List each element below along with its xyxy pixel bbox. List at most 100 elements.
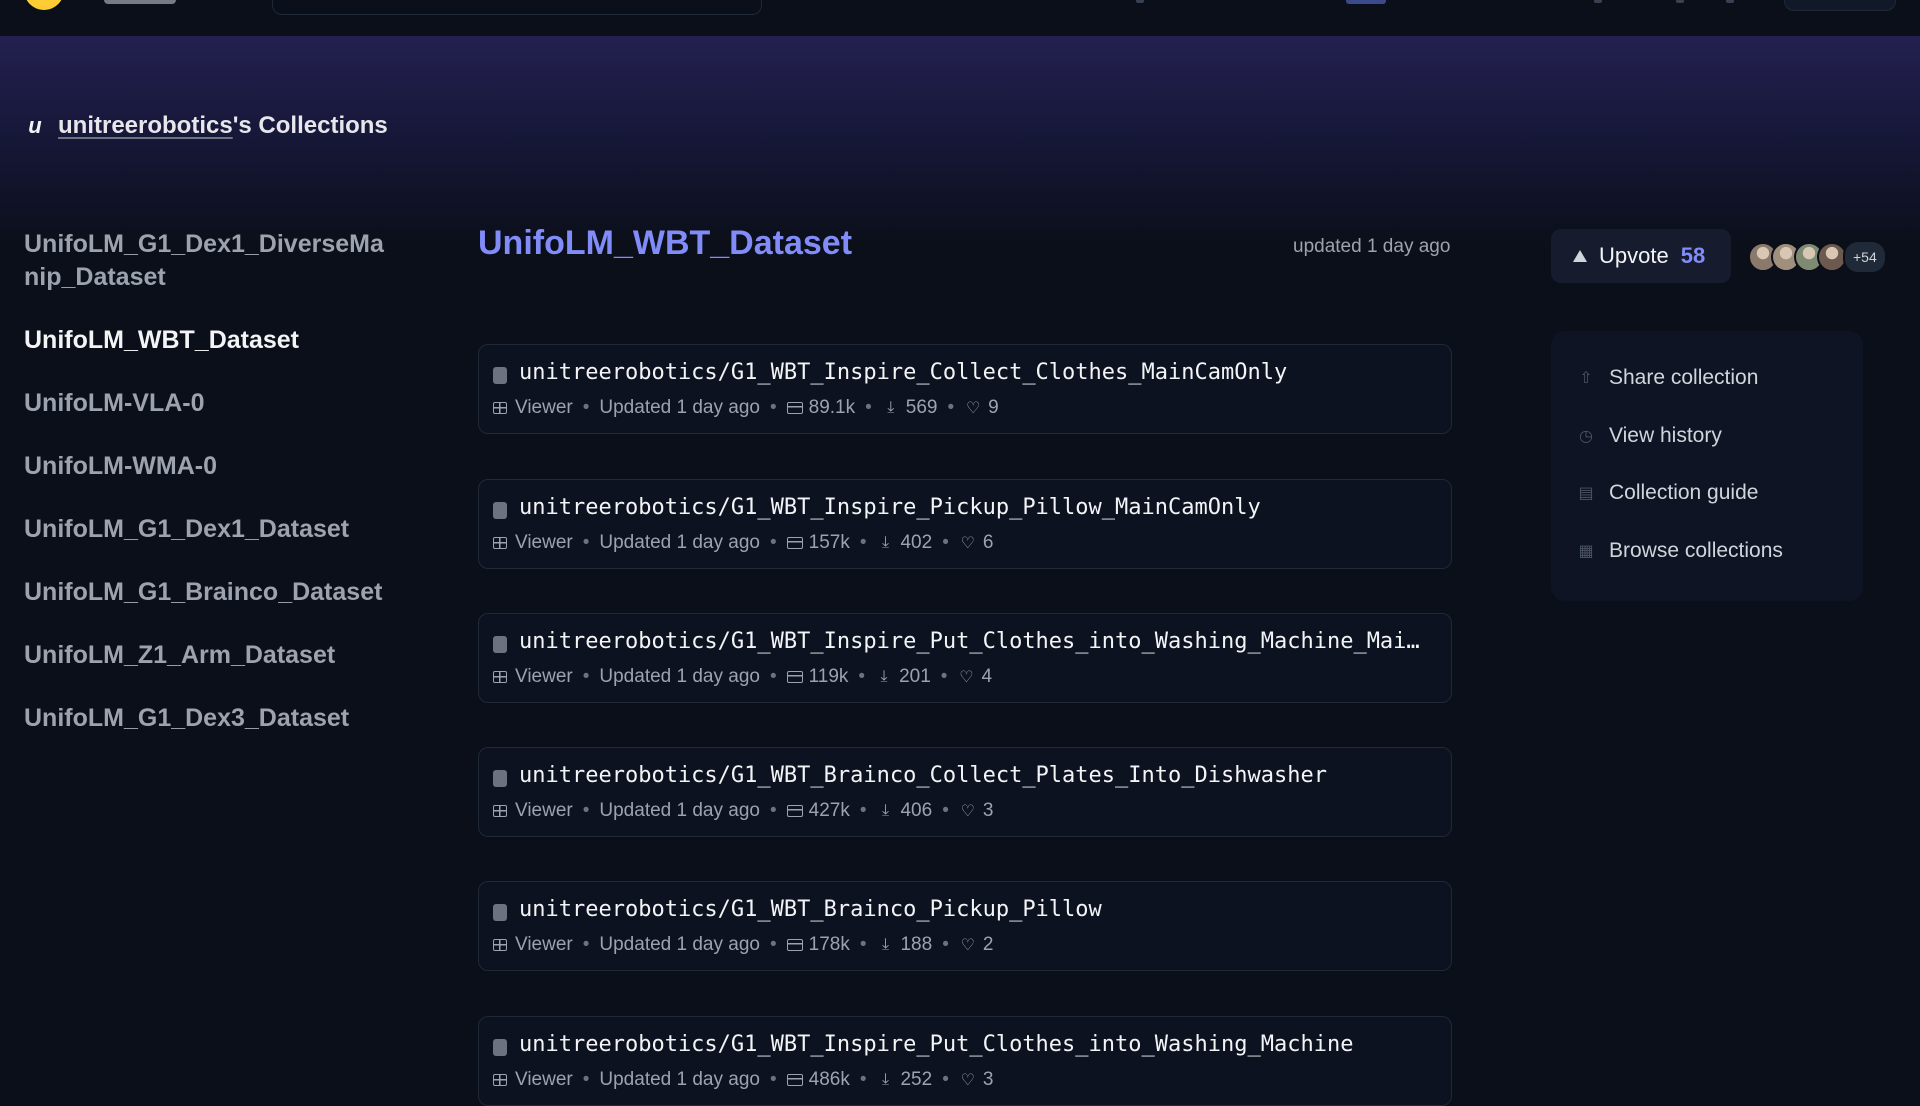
- viewer-link[interactable]: Viewer: [515, 1069, 573, 1091]
- download-count: 406: [900, 800, 933, 821]
- heart-icon: ♡: [960, 1072, 976, 1089]
- dataset-card[interactable]: unitreerobotics/G1_WBT_Inspire_Pickup_Pi…: [478, 479, 1452, 569]
- breadcrumb-suffix: 's Collections: [232, 112, 388, 139]
- site-logo-text[interactable]: [104, 0, 176, 4]
- dataset-title[interactable]: unitreerobotics/G1_WBT_Inspire_Collect_C…: [519, 360, 1444, 385]
- rows-icon: [786, 805, 803, 817]
- action-label: Share collection: [1609, 366, 1759, 389]
- top-nav-bar: [0, 0, 1920, 36]
- dataset-card[interactable]: unitreerobotics/G1_WBT_Inspire_Put_Cloth…: [478, 613, 1452, 703]
- meta-separator: •: [582, 800, 590, 821]
- nav-item[interactable]: [1594, 0, 1602, 3]
- dataset-icon: [493, 904, 507, 921]
- dataset-meta: Viewer • Updated 1 day ago • 119k • ⤓ 201 • ♡ 4: [493, 666, 992, 688]
- grid-icon: ▦: [1578, 543, 1594, 560]
- download-icon: ⤓: [881, 936, 890, 953]
- dataset-title[interactable]: unitreerobotics/G1_WBT_Brainco_Collect_P…: [519, 763, 1444, 788]
- dataset-card[interactable]: unitreerobotics/G1_WBT_Brainco_Collect_P…: [478, 747, 1452, 837]
- sidebar-item[interactable]: UnifoLM_Z1_Arm_Dataset: [24, 639, 384, 672]
- dataset-card[interactable]: unitreerobotics/G1_WBT_Inspire_Collect_C…: [478, 344, 1452, 434]
- download-icon: ⤓: [881, 1071, 890, 1088]
- search-input[interactable]: [272, 0, 762, 15]
- viewer-link[interactable]: Viewer: [515, 934, 573, 956]
- download-count: 188: [900, 934, 933, 955]
- viewer-link[interactable]: Viewer: [515, 397, 573, 419]
- dataset-meta: Viewer • Updated 1 day ago • 178k • ⤓ 188 • ♡ 2: [493, 934, 993, 956]
- upvote-button[interactable]: Upvote 58: [1551, 229, 1731, 283]
- upvoter-avatars[interactable]: +54: [1748, 240, 1887, 274]
- viewer-link[interactable]: Viewer: [515, 666, 573, 688]
- meta-separator: •: [859, 800, 867, 821]
- nav-item[interactable]: [1726, 0, 1734, 3]
- action-label: Browse collections: [1609, 539, 1783, 562]
- meta-separator: •: [769, 934, 777, 955]
- viewer-icon: [493, 939, 507, 951]
- collections-sidebar: UnifoLM_G1_Dex1_DiverseMa nip_Dataset Uni…: [24, 228, 384, 765]
- viewer-link[interactable]: Viewer: [515, 800, 573, 822]
- meta-separator: •: [859, 934, 867, 955]
- row-count: 119k: [808, 666, 849, 687]
- dataset-title[interactable]: unitreerobotics/G1_WBT_Inspire_Put_Cloth…: [519, 629, 1444, 654]
- rows-icon: [786, 671, 803, 683]
- sidebar-item[interactable]: UnifoLM_G1_Dex3_Dataset: [24, 702, 384, 735]
- like-count: 3: [982, 800, 994, 821]
- more-upvoters-badge[interactable]: +54: [1843, 240, 1887, 274]
- nav-item-active[interactable]: [1346, 0, 1386, 4]
- org-link[interactable]: unitreerobotics: [58, 112, 233, 139]
- rows-icon: [786, 537, 803, 549]
- download-count: 402: [900, 532, 933, 553]
- rows-icon: [786, 939, 803, 951]
- action-collection-guide[interactable]: ▤ Collection guide: [1577, 481, 1758, 505]
- dataset-title[interactable]: unitreerobotics/G1_WBT_Inspire_Put_Cloth…: [519, 1032, 1444, 1057]
- action-browse-collections[interactable]: ▦ Browse collections: [1577, 539, 1783, 563]
- action-label: View history: [1609, 424, 1722, 447]
- viewer-icon: [493, 671, 507, 683]
- rows-icon: [786, 402, 803, 414]
- sidebar-item[interactable]: UnifoLM_G1_Dex1_DiverseMa nip_Dataset: [24, 228, 384, 294]
- upvote-label: Upvote: [1599, 243, 1669, 268]
- meta-separator: •: [769, 397, 777, 418]
- action-view-history[interactable]: ◷ View history: [1577, 424, 1722, 448]
- meta-separator: •: [582, 1069, 590, 1090]
- viewer-link[interactable]: Viewer: [515, 532, 573, 554]
- meta-separator: •: [942, 532, 949, 553]
- collection-title[interactable]: UnifoLM_WBT_Dataset: [478, 224, 852, 263]
- like-count: 6: [982, 532, 994, 553]
- meta-separator: •: [859, 532, 867, 553]
- sidebar-item[interactable]: UnifoLM-VLA-0: [24, 387, 384, 420]
- like-count: 9: [988, 397, 999, 418]
- meta-separator: •: [582, 934, 590, 955]
- dataset-meta: Viewer • Updated 1 day ago • 427k • ⤓ 406 • ♡ 3: [493, 800, 993, 822]
- sidebar-item[interactable]: UnifoLM-WMA-0: [24, 450, 384, 483]
- action-share-collection[interactable]: ⇧ Share collection: [1577, 366, 1758, 390]
- book-icon: ▤: [1578, 485, 1594, 502]
- history-icon: ◷: [1579, 428, 1593, 445]
- meta-separator: •: [769, 800, 777, 821]
- sidebar-item[interactable]: UnifoLM_G1_Brainco_Dataset: [24, 576, 384, 609]
- meta-separator: •: [769, 666, 777, 687]
- dataset-title[interactable]: unitreerobotics/G1_WBT_Brainco_Pickup_Pi…: [519, 897, 1444, 922]
- dataset-title[interactable]: unitreerobotics/G1_WBT_Inspire_Pickup_Pi…: [519, 495, 1444, 520]
- updated-text: Updated 1 day ago: [599, 532, 760, 553]
- dataset-card[interactable]: unitreerobotics/G1_WBT_Inspire_Put_Cloth…: [478, 1016, 1452, 1106]
- download-count: 201: [899, 666, 931, 687]
- meta-separator: •: [940, 666, 948, 687]
- share-icon: ⇧: [1579, 370, 1593, 387]
- dataset-icon: [493, 502, 507, 519]
- sidebar-item[interactable]: UnifoLM_WBT_Dataset: [24, 324, 384, 357]
- dataset-icon: [493, 770, 507, 787]
- heart-icon: ♡: [960, 535, 976, 552]
- download-icon: ⤓: [880, 668, 888, 685]
- breadcrumb: u unitreerobotics's Collections: [24, 112, 388, 140]
- profile-button[interactable]: [1784, 0, 1896, 11]
- sidebar-item[interactable]: UnifoLM_G1_Dex1_Dataset: [24, 513, 384, 546]
- viewer-icon: [493, 537, 507, 549]
- like-count: 4: [981, 666, 993, 687]
- like-count: 2: [982, 934, 994, 955]
- upvote-arrow-icon: [1573, 250, 1587, 262]
- dataset-card[interactable]: unitreerobotics/G1_WBT_Brainco_Pickup_Pi…: [478, 881, 1452, 971]
- site-logo-icon[interactable]: [24, 0, 64, 10]
- heart-icon: ♡: [960, 937, 976, 954]
- nav-item[interactable]: [1676, 0, 1684, 3]
- nav-item[interactable]: [1136, 0, 1144, 3]
